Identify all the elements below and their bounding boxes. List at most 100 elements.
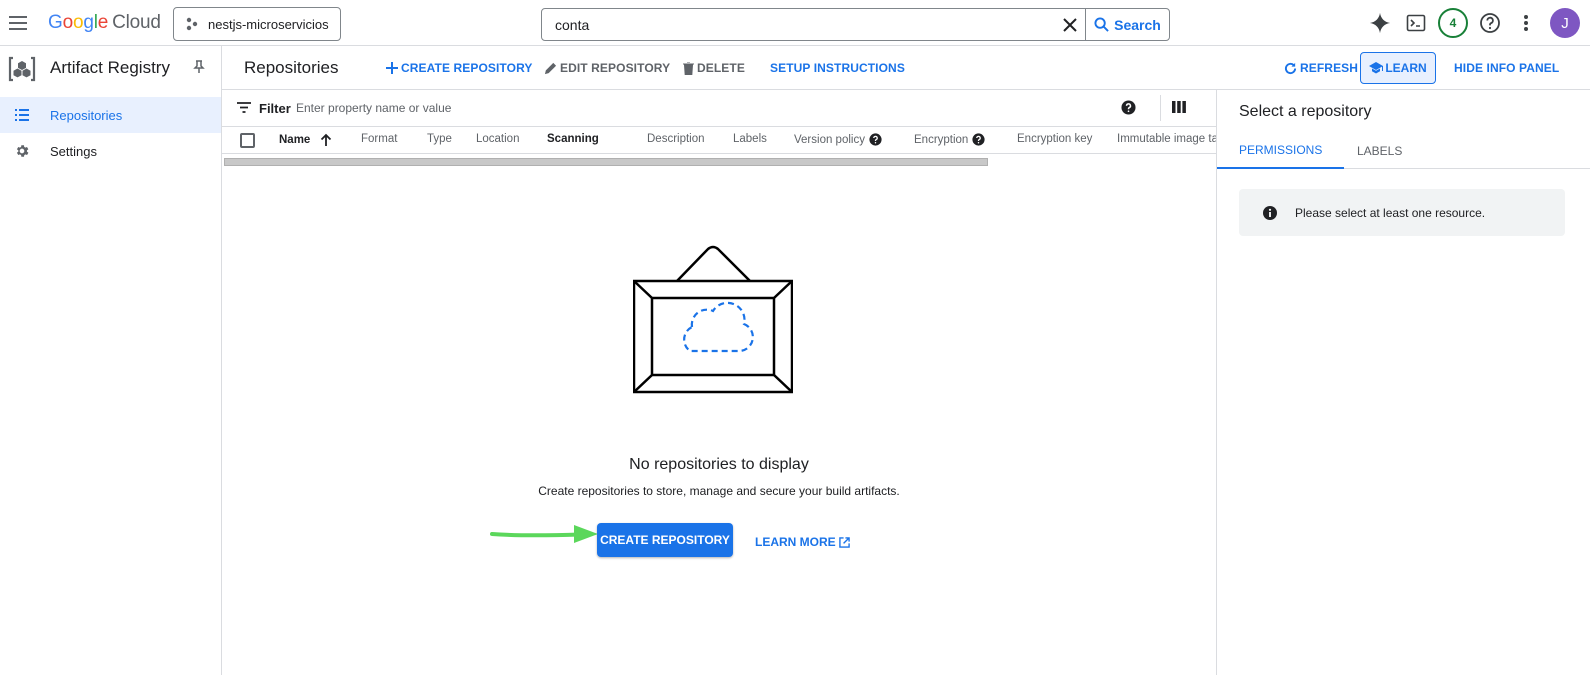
horizontal-scrollbar[interactable] bbox=[224, 158, 988, 166]
avatar[interactable]: J bbox=[1550, 8, 1580, 38]
clear-search-icon[interactable] bbox=[1055, 9, 1085, 40]
logo-letter: o bbox=[62, 12, 74, 33]
more-vert-icon[interactable] bbox=[1508, 5, 1544, 41]
column-header-name[interactable]: Name bbox=[279, 133, 332, 146]
column-header-encryption[interactable]: Encryption bbox=[914, 133, 985, 146]
select-all-checkbox[interactable] bbox=[240, 133, 255, 148]
pin-icon[interactable] bbox=[193, 60, 205, 74]
column-header-version-policy[interactable]: Version policy bbox=[794, 133, 882, 146]
sidebar-item-label: Settings bbox=[50, 143, 97, 159]
gear-icon bbox=[14, 143, 30, 159]
open-in-new-icon bbox=[838, 536, 850, 548]
create-repository-button[interactable]: CREATE REPOSITORY bbox=[597, 523, 733, 557]
logo-letter: e bbox=[97, 12, 109, 33]
create-repository-action[interactable]: CREATE REPOSITORY bbox=[386, 61, 533, 75]
column-header-type[interactable]: Type bbox=[427, 133, 452, 145]
column-label: Encryption bbox=[914, 133, 969, 146]
info-message-text: Please select at least one resource. bbox=[1295, 205, 1486, 220]
logo-letter: g bbox=[83, 12, 94, 33]
info-icon bbox=[1263, 205, 1277, 220]
logo-letter: o bbox=[72, 12, 84, 33]
hide-info-panel-action[interactable]: HIDE INFO PANEL bbox=[1454, 61, 1559, 75]
hide-info-panel-label: HIDE INFO PANEL bbox=[1454, 61, 1560, 75]
column-label: Name bbox=[279, 133, 311, 146]
project-picker[interactable]: nestjs-microservicios bbox=[173, 7, 341, 41]
column-label: Location bbox=[476, 133, 520, 145]
setup-instructions-action[interactable]: SETUP INSTRUCTIONS bbox=[770, 61, 905, 75]
refresh-action[interactable]: REFRESH bbox=[1284, 61, 1358, 75]
list-icon bbox=[14, 107, 30, 123]
google-cloud-logo[interactable]: Google Cloud bbox=[48, 12, 161, 34]
empty-frame-illustration bbox=[633, 244, 793, 396]
empty-state-title: No repositories to display bbox=[629, 456, 809, 473]
delete-label: DELETE bbox=[697, 61, 745, 75]
search-button[interactable]: Search bbox=[1085, 9, 1169, 40]
notifications-badge[interactable]: 4 bbox=[1438, 8, 1468, 38]
tab-labels[interactable]: LABELS bbox=[1357, 133, 1402, 169]
project-name: nestjs-microservicios bbox=[208, 16, 329, 32]
project-icon bbox=[186, 17, 198, 31]
column-header-scanning[interactable]: Scanning bbox=[547, 133, 599, 145]
delete-action[interactable]: DELETE bbox=[683, 61, 745, 75]
sidebar-item-label: Repositories bbox=[50, 107, 123, 123]
filter-icon[interactable] bbox=[237, 102, 251, 113]
search-input[interactable] bbox=[542, 9, 1055, 40]
help-circle-icon[interactable] bbox=[1121, 100, 1136, 115]
sort-ascending-icon bbox=[321, 133, 332, 146]
filter-input[interactable] bbox=[296, 98, 716, 118]
column-header-immutable-image-tags[interactable]: Immutable image tags bbox=[1117, 133, 1216, 145]
column-label: Scanning bbox=[547, 133, 599, 145]
edit-repository-label: EDIT REPOSITORY bbox=[560, 61, 671, 75]
hamburger-menu-icon[interactable] bbox=[6, 11, 30, 35]
column-label: Encryption key bbox=[1017, 133, 1093, 145]
table-header: Name Format Type Location Scanning Descr… bbox=[222, 127, 1216, 154]
learn-more-link[interactable]: LEARN MORE bbox=[755, 535, 850, 549]
edit-repository-action[interactable]: EDIT REPOSITORY bbox=[544, 61, 670, 75]
tab-permissions[interactable]: PERMISSIONS bbox=[1217, 133, 1345, 169]
top-bar: GoogleCloud nestjs-microservicios Search… bbox=[0, 0, 1590, 46]
column-header-location[interactable]: Location bbox=[476, 133, 519, 145]
column-label: Type bbox=[427, 133, 452, 145]
column-header-description[interactable]: Description bbox=[647, 133, 705, 145]
cloud-shell-icon[interactable] bbox=[1398, 5, 1434, 41]
nav-header: Artifact Registry bbox=[0, 46, 221, 90]
learn-label: LEARN bbox=[1385, 61, 1427, 75]
help-circle-icon[interactable] bbox=[972, 133, 985, 146]
column-label: Description bbox=[647, 133, 705, 145]
learn-button[interactable]: LEARN bbox=[1360, 52, 1436, 84]
plus-icon bbox=[386, 62, 398, 74]
pencil-icon bbox=[544, 62, 557, 74]
artifact-registry-icon bbox=[8, 56, 36, 82]
setup-instructions-label: SETUP INSTRUCTIONS bbox=[770, 61, 905, 75]
product-title: Artifact Registry bbox=[50, 58, 170, 77]
help-icon[interactable] bbox=[1472, 5, 1508, 41]
column-header-format[interactable]: Format bbox=[361, 133, 397, 145]
trash-icon bbox=[683, 61, 694, 75]
info-panel-tabs: PERMISSIONS LABELS bbox=[1217, 133, 1590, 169]
column-label: Immutable image tags bbox=[1117, 133, 1216, 145]
divider bbox=[1160, 95, 1161, 121]
page-title: Repositories bbox=[244, 58, 339, 77]
refresh-icon bbox=[1284, 62, 1297, 74]
info-message: Please select at least one resource. bbox=[1239, 189, 1565, 236]
column-label: Labels bbox=[733, 133, 767, 145]
column-display-icon[interactable] bbox=[1172, 100, 1186, 114]
annotation-arrow bbox=[490, 523, 602, 545]
learn-more-label: LEARN MORE bbox=[755, 535, 836, 549]
gemini-sparkle-icon[interactable] bbox=[1362, 5, 1398, 41]
column-header-encryption-key[interactable]: Encryption key bbox=[1017, 133, 1092, 145]
sidebar-item-settings[interactable]: Settings bbox=[0, 133, 221, 169]
info-panel-title: Select a repository bbox=[1239, 103, 1372, 120]
logo-letter: G bbox=[48, 12, 63, 33]
sidebar-item-repositories[interactable]: Repositories bbox=[0, 97, 221, 133]
search-box: Search bbox=[541, 8, 1170, 41]
action-bar: Repositories CREATE REPOSITORY EDIT REPO… bbox=[222, 46, 1590, 90]
info-panel: Select a repository PERMISSIONS LABELS P… bbox=[1216, 90, 1590, 675]
filter-bar: Filter bbox=[222, 90, 1216, 127]
create-repository-label: CREATE REPOSITORY bbox=[401, 61, 533, 75]
column-label: Version policy bbox=[794, 133, 865, 146]
column-label: Format bbox=[361, 133, 398, 145]
help-circle-icon[interactable] bbox=[869, 133, 882, 146]
left-nav: Artifact Registry Repositories Settings bbox=[0, 46, 222, 675]
column-header-labels[interactable]: Labels bbox=[733, 133, 767, 145]
